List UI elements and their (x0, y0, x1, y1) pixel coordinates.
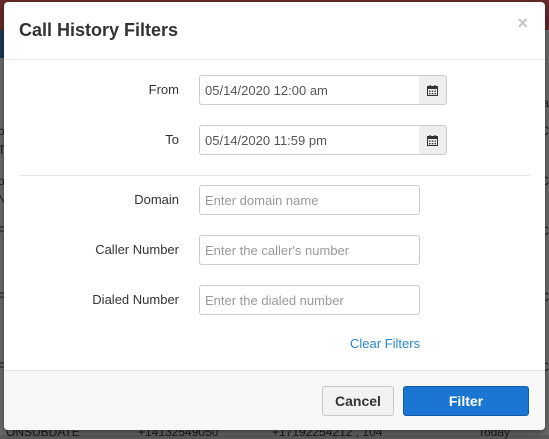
dialed-number-row: Dialed Number (4, 285, 545, 315)
to-calendar-button[interactable] (419, 125, 447, 155)
from-row: From (4, 75, 545, 105)
filter-button[interactable]: Filter (403, 386, 529, 416)
to-row: To (4, 125, 545, 155)
call-history-filters-dialog: Call History Filters × From 05/14/2020 1… (4, 2, 545, 430)
caller-number-input[interactable] (199, 235, 420, 265)
dialed-number-input[interactable] (199, 285, 420, 315)
caller-number-row: Caller Number (4, 235, 545, 265)
close-icon[interactable]: × (517, 13, 528, 34)
dialog-title: Call History Filters (19, 20, 179, 40)
to-datetime-input[interactable] (199, 125, 420, 155)
cancel-button[interactable]: Cancel (322, 386, 394, 416)
from-datetime-input[interactable] (199, 75, 420, 105)
domain-label: Domain (134, 192, 179, 207)
dialog-header: Call History Filters × (4, 2, 545, 60)
from-calendar-button[interactable] (419, 75, 447, 105)
calendar-icon (427, 134, 438, 146)
to-label: To (165, 132, 179, 147)
section-divider (19, 175, 530, 176)
clear-filters-link[interactable]: Clear Filters (350, 336, 420, 351)
dialed-number-label: Dialed Number (92, 292, 179, 307)
dialog-footer: Cancel Filter (4, 370, 545, 430)
from-label: From (148, 82, 179, 97)
caller-number-label: Caller Number (95, 242, 179, 257)
calendar-icon (427, 84, 438, 96)
domain-input[interactable] (199, 185, 420, 215)
dialog-body: From To (4, 60, 545, 370)
domain-row: Domain (4, 185, 545, 215)
